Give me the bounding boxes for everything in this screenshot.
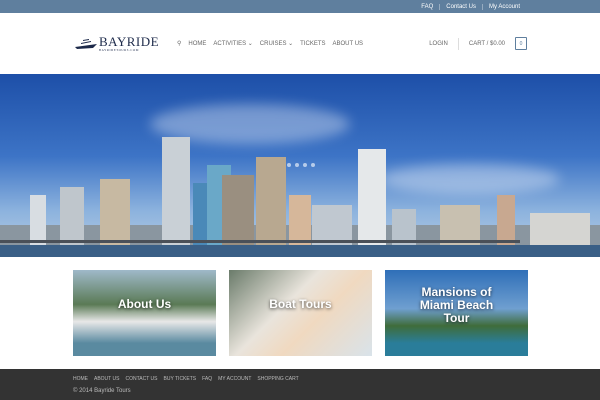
divider (457, 37, 459, 50)
logo-name: BAYRIDE (99, 33, 160, 49)
building (530, 213, 590, 245)
water (0, 245, 600, 257)
building (289, 195, 311, 245)
main-nav: ⚲ HOME ACTIVITIES ⌄ CRUISES ⌄ TICKETS AB… (177, 40, 364, 48)
card-mansions-tour[interactable]: Mansions of Miami Beach Tour (385, 270, 528, 356)
slider-dot[interactable] (295, 163, 299, 167)
top-bar: FAQ Contact Us My Account (0, 0, 600, 13)
slider-dot[interactable] (303, 163, 307, 167)
footer-link-faq[interactable]: FAQ (202, 376, 212, 382)
building (358, 149, 386, 245)
footer: HOME ABOUT US CONTACT US BUY TICKETS FAQ… (0, 369, 600, 400)
nav-about-us[interactable]: ABOUT US (333, 41, 364, 47)
cart-count: 0 (519, 40, 523, 47)
building (30, 195, 46, 245)
footer-link-cart[interactable]: SHOPPING CART (257, 376, 298, 382)
slider-dot[interactable] (287, 163, 291, 167)
topbar-faq-link[interactable]: FAQ (415, 4, 439, 10)
search-icon[interactable]: ⚲ (177, 40, 181, 47)
chevron-down-icon: ⌄ (247, 41, 253, 47)
feature-cards: About Us Boat Tours Mansions of Miami Be… (73, 270, 528, 356)
topbar-account-link[interactable]: My Account (481, 3, 526, 10)
building (497, 195, 515, 245)
footer-link-tickets[interactable]: BUY TICKETS (164, 376, 197, 382)
card-title: Mansions of Miami Beach Tour (419, 285, 494, 325)
login-link[interactable]: LOGIN (429, 41, 448, 47)
cart-icon[interactable]: 0 (515, 37, 527, 50)
nav-cruises-label: CRUISES (259, 41, 287, 47)
building (60, 187, 84, 245)
footer-link-account[interactable]: MY ACCOUNT (218, 376, 251, 382)
footer-link-contact[interactable]: CONTACT US (125, 376, 157, 382)
nav-activities[interactable]: ACTIVITIES ⌄ (213, 40, 252, 47)
nav-cruises[interactable]: CRUISES ⌄ (260, 40, 293, 47)
cloud (380, 164, 560, 194)
card-title: Boat Tours (269, 297, 332, 311)
slider-dots (287, 163, 315, 167)
chevron-down-icon: ⌄ (288, 41, 294, 47)
building (222, 175, 254, 245)
slider-dot[interactable] (311, 163, 315, 167)
building (100, 179, 130, 245)
footer-link-about[interactable]: ABOUT US (94, 376, 119, 382)
topbar-contact-link[interactable]: Contact Us (439, 3, 482, 10)
boat-logo-icon (75, 38, 97, 49)
building (256, 157, 286, 245)
building (440, 205, 480, 245)
card-boat-tours[interactable]: Boat Tours (229, 270, 372, 356)
cart-link[interactable]: CART / $0.00 (469, 41, 505, 47)
nav-activities-label: ACTIVITIES (213, 41, 247, 47)
footer-link-home[interactable]: HOME (73, 376, 88, 382)
hero-slider (0, 74, 600, 257)
logo[interactable]: BAYRIDE BAYRIDETOURS.COM (73, 33, 165, 52)
nav-home[interactable]: HOME (188, 41, 206, 47)
building (162, 137, 190, 245)
nav-tickets[interactable]: TICKETS (300, 41, 325, 47)
footer-nav: HOME ABOUT US CONTACT US BUY TICKETS FAQ… (73, 376, 527, 382)
building (312, 205, 352, 245)
header: BAYRIDE BAYRIDETOURS.COM ⚲ HOME ACTIVITI… (0, 13, 600, 74)
card-title: About Us (117, 297, 172, 311)
copyright: © 2014 Bayride Tours (73, 388, 131, 394)
card-about-us[interactable]: About Us (73, 270, 216, 356)
bridge (0, 240, 520, 243)
